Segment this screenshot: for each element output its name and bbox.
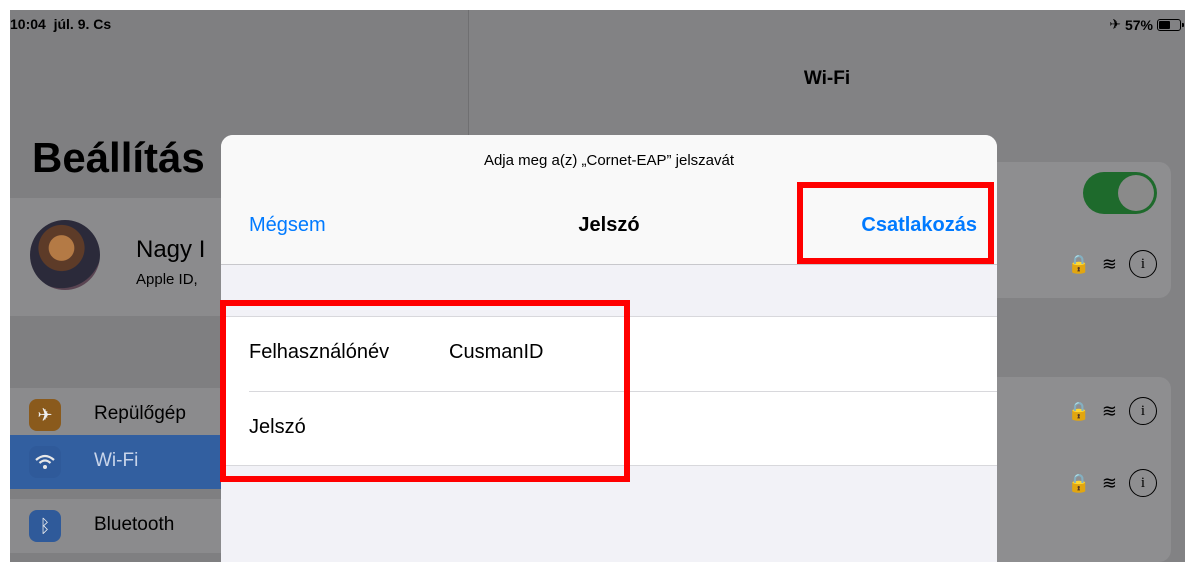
airplane-icon: ✈ — [29, 399, 61, 431]
sidebar-title: Beállítás — [32, 134, 205, 181]
wifi-icon: ≋ — [1101, 400, 1117, 421]
profile-name: Nagy I — [136, 236, 206, 263]
airplane-icon: ✈ — [1109, 16, 1121, 32]
info-icon[interactable]: i — [1129, 469, 1157, 497]
battery-icon — [1157, 18, 1184, 31]
wifi-icon: ≋ — [1101, 472, 1117, 493]
lock-icon: 🔒 — [1067, 253, 1090, 274]
dialog-prompt: Adja meg a(z) „Cornet-EAP” jelszavát — [483, 152, 735, 169]
wifi-icon — [29, 446, 61, 478]
network-row-icons: 🔒 ≋ i — [1067, 250, 1157, 278]
profile-subtitle: Apple ID, — [136, 271, 198, 288]
sidebar-item-label: Wi-Fi — [94, 450, 139, 471]
info-icon[interactable]: i — [1129, 397, 1157, 425]
wifi-toggle[interactable] — [1083, 172, 1157, 214]
status-right: ✈ 57% — [1109, 16, 1184, 33]
credentials-highlight — [220, 300, 630, 482]
network-row-icons: 🔒 ≋ i — [1067, 469, 1157, 497]
nav-title: Wi-Fi — [803, 68, 851, 89]
wifi-icon: ≋ — [1101, 253, 1117, 274]
battery-percent: 57% — [1124, 16, 1153, 33]
bluetooth-icon: ᛒ — [29, 510, 61, 542]
status-time: 10:04 júl. 9. Cs — [10, 16, 112, 32]
lock-icon: 🔒 — [1067, 400, 1090, 421]
ipad-screen: 10:04 júl. 9. Cs Beállítás Nagy I Apple … — [10, 10, 1185, 562]
network-row-icons: 🔒 ≋ i — [1067, 397, 1157, 425]
lock-icon: 🔒 — [1067, 472, 1090, 493]
info-icon[interactable]: i — [1129, 250, 1157, 278]
sidebar-item-label: Repülőgép — [94, 403, 186, 424]
avatar — [30, 220, 100, 290]
sidebar-item-label: Bluetooth — [94, 514, 175, 535]
join-button-highlight — [797, 182, 994, 264]
